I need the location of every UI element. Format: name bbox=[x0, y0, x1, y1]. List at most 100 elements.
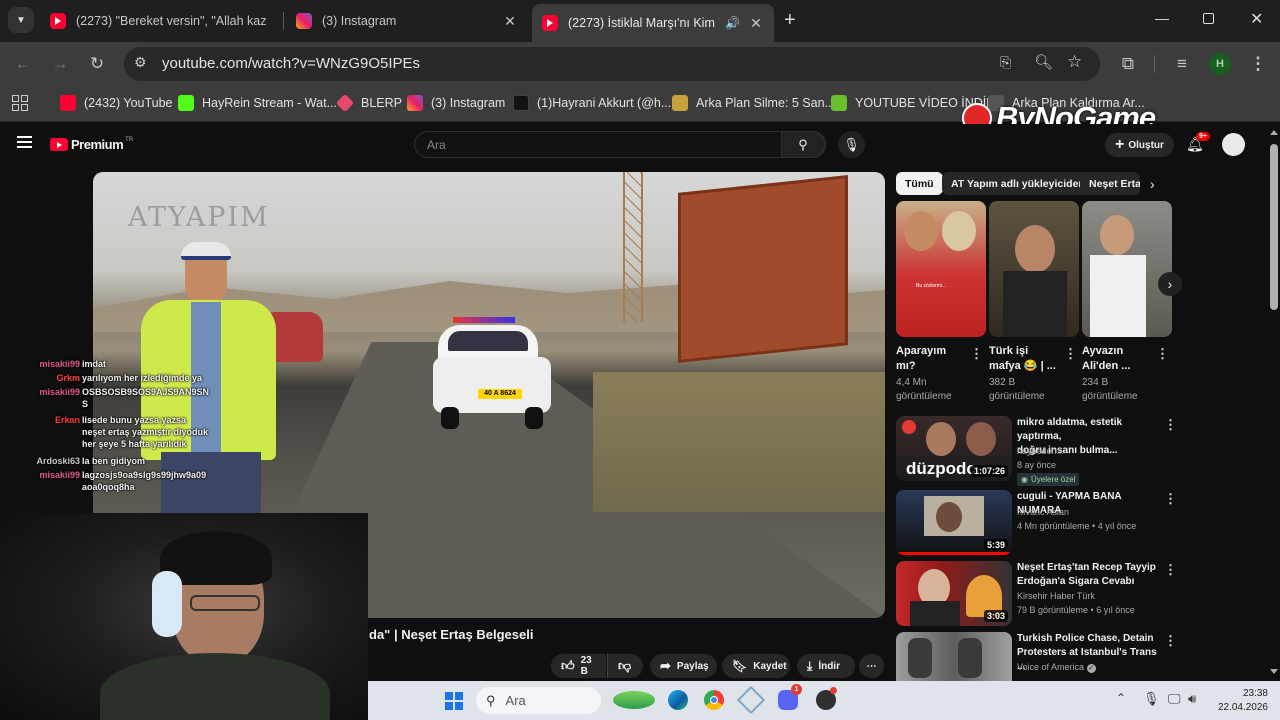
profile-avatar[interactable]: H bbox=[1209, 53, 1231, 75]
like-button[interactable]: 👍︎ 23 B bbox=[551, 654, 606, 678]
clock[interactable]: 23:38 22.04.2026 bbox=[1216, 687, 1268, 715]
close-icon[interactable]: ✕ bbox=[502, 13, 518, 30]
restore-button[interactable] bbox=[1203, 13, 1214, 24]
widget-icon[interactable] bbox=[613, 691, 655, 709]
video-menu-4[interactable]: ⋮ bbox=[1164, 633, 1177, 649]
apps-grid-icon[interactable] bbox=[12, 95, 28, 111]
chevron-up-icon[interactable]: ⌃ bbox=[1116, 691, 1126, 705]
close-icon[interactable]: ✕ bbox=[748, 15, 764, 32]
scroll-up-arrow-icon[interactable] bbox=[1270, 130, 1278, 135]
speaker-icon[interactable]: 🔊 bbox=[725, 16, 740, 30]
scrollbar-thumb[interactable] bbox=[1270, 144, 1278, 310]
bookmark-youtube[interactable]: (2432) YouTube bbox=[60, 95, 173, 111]
chat-username: misakii99 bbox=[39, 470, 80, 480]
menu-dots-icon[interactable]: ⋮ bbox=[1246, 52, 1270, 76]
browser-tab-1[interactable]: (2273) "Bereket versin", "Allah kaz bbox=[40, 6, 280, 36]
short-title-3[interactable]: Ayvazın Ali'den ... bbox=[1082, 344, 1130, 374]
tab-search-button[interactable]: ▼ bbox=[8, 7, 34, 33]
chat-message: Ardoski63 la ben gidiyom bbox=[36, 455, 145, 467]
create-button[interactable]: + Oluştur bbox=[1105, 133, 1174, 157]
start-button[interactable] bbox=[445, 692, 463, 710]
volume-icon[interactable]: 🔊︎ bbox=[1188, 691, 1196, 707]
video-channel-3[interactable]: Kirsehir Haber Türk bbox=[1017, 591, 1095, 601]
short-title-1[interactable]: Aparayım mı? bbox=[896, 344, 946, 374]
bookmark-arka-plan[interactable]: Arka Plan Silme: 5 San... bbox=[672, 95, 835, 111]
extensions-icon[interactable]: ⧉ bbox=[1116, 52, 1140, 76]
video-thumbnail-3[interactable]: 3:03 bbox=[896, 561, 1012, 626]
url-text[interactable]: youtube.com/watch?v=WNzG9O5IPEs bbox=[162, 55, 420, 72]
short-thumbnail-3[interactable] bbox=[1082, 201, 1172, 337]
shorts-next-button[interactable]: › bbox=[1158, 272, 1182, 296]
video-menu-2[interactable]: ⋮ bbox=[1164, 491, 1177, 507]
back-arrow-icon[interactable]: ← bbox=[11, 52, 35, 76]
search-button[interactable]: ⚲ bbox=[781, 131, 825, 158]
bookmark-label: (3) Instagram bbox=[431, 96, 506, 110]
chip-neset-ertas[interactable]: Neşet Ertaş bbox=[1080, 172, 1140, 195]
bookmark-star-icon[interactable]: ☆ bbox=[1067, 52, 1082, 72]
short-menu-3[interactable]: ⋮ bbox=[1156, 346, 1169, 362]
edge-icon[interactable] bbox=[668, 690, 688, 710]
page-scrollbar[interactable] bbox=[1268, 124, 1280, 681]
youtube-search-box[interactable]: Ara ⚲ bbox=[414, 131, 826, 158]
share-label: Paylaş bbox=[676, 660, 709, 672]
video-menu-1[interactable]: ⋮ bbox=[1164, 417, 1177, 433]
discord-icon[interactable]: 1 bbox=[778, 684, 802, 710]
media-controls-icon[interactable]: ≡ bbox=[1170, 52, 1194, 76]
address-bar[interactable]: ⚙ youtube.com/watch?v=WNzG9O5IPEs ⎘ 🔍︎ ☆ bbox=[124, 47, 1100, 81]
short-menu-1[interactable]: ⋮ bbox=[970, 346, 983, 362]
short-title-line: mafya 😂 | ... bbox=[989, 360, 1056, 372]
video-thumbnail-2[interactable]: 5:39 bbox=[896, 490, 1012, 555]
bookmark-label: HayRein Stream - Wat... bbox=[202, 96, 337, 110]
network-icon[interactable]: 🖵 bbox=[1168, 691, 1181, 707]
new-tab-button[interactable]: + bbox=[784, 9, 796, 32]
microphone-icon[interactable]: 🎙︎ bbox=[1143, 691, 1160, 707]
obs-icon[interactable] bbox=[816, 687, 837, 710]
instagram-icon bbox=[407, 95, 423, 111]
reload-icon[interactable]: ↻ bbox=[85, 52, 109, 76]
video-thumbnail-1[interactable]: düzpodc 1:07:26 bbox=[896, 416, 1012, 481]
chips-next-arrow[interactable]: › bbox=[1150, 176, 1155, 192]
save-button[interactable]: 🔖︎ Kaydet bbox=[722, 654, 790, 678]
video-channel-1[interactable]: haybeden... bbox=[1017, 446, 1064, 456]
zoom-icon[interactable]: 🔍︎ bbox=[1034, 53, 1053, 71]
video-channel-4[interactable]: Voice of America ✓ bbox=[1017, 662, 1096, 673]
dislike-button[interactable]: 👎︎ bbox=[607, 654, 643, 678]
video-channel-2[interactable]: Kıvanc Aslan bbox=[1017, 507, 1069, 517]
bookmark-instagram[interactable]: (3) Instagram bbox=[407, 95, 505, 111]
bookmark-label: (1)Hayrani Akkurt (@h... bbox=[537, 96, 672, 110]
account-avatar[interactable] bbox=[1222, 133, 1245, 156]
video-title-3[interactable]: Neşet Ertaş'tan Recep Tayyip Erdoğan'a Si… bbox=[1017, 561, 1162, 589]
chrome-icon[interactable] bbox=[704, 690, 724, 710]
search-input[interactable]: Ara bbox=[427, 138, 446, 152]
minimize-button[interactable]: — bbox=[1155, 10, 1169, 26]
youtube-premium-logo[interactable]: Premium TR bbox=[50, 137, 133, 152]
forward-arrow-icon[interactable]: → bbox=[48, 52, 72, 76]
bookmark-tiktok[interactable]: (1)Hayrani Akkurt (@h... bbox=[513, 95, 671, 111]
bookmark-blerp[interactable]: BLERP bbox=[335, 93, 402, 113]
short-thumbnail-2[interactable] bbox=[989, 201, 1079, 337]
install-app-icon[interactable]: ⎘ bbox=[1000, 54, 1011, 71]
taskbar-search[interactable]: ⚲ Ara bbox=[476, 687, 601, 714]
bookmark-kick[interactable]: HayRein Stream - Wat... bbox=[178, 95, 337, 111]
chat-text: neşet ertaş yazmıştır diyoduk bbox=[82, 427, 209, 437]
short-title-line: Ayvazın bbox=[1082, 345, 1124, 357]
site-info-icon[interactable]: ⚙ bbox=[134, 54, 147, 71]
chip-uploader[interactable]: AT Yapım adlı yükleyiciden bbox=[942, 172, 1094, 195]
chip-all[interactable]: Tümü bbox=[896, 172, 943, 195]
close-window-button[interactable]: ✕ bbox=[1250, 9, 1263, 29]
video-menu-3[interactable]: ⋮ bbox=[1164, 562, 1177, 578]
browser-tab-3[interactable]: (2273) İstiklal Marşı'nı Kim Yaz 🔊 ✕ bbox=[532, 4, 774, 42]
short-thumbnail-1[interactable]: Bu sözlerini... bbox=[896, 201, 986, 337]
short-menu-2[interactable]: ⋮ bbox=[1064, 346, 1077, 362]
browser-tab-2[interactable]: (3) Instagram ✕ bbox=[286, 6, 528, 36]
scroll-down-arrow-icon[interactable] bbox=[1270, 669, 1278, 674]
download-button[interactable]: ⤓ İndir bbox=[797, 654, 855, 678]
notifications-button[interactable]: 🔔︎ 9+ bbox=[1186, 132, 1210, 153]
share-button[interactable]: ➦ Paylaş bbox=[650, 654, 717, 678]
voice-search-button[interactable]: 🎙︎ bbox=[838, 131, 865, 158]
more-actions-button[interactable]: ⋯ bbox=[859, 654, 884, 678]
video-thumbnail-4[interactable] bbox=[896, 632, 1012, 681]
app-icon[interactable] bbox=[736, 685, 766, 715]
hamburger-menu-icon[interactable] bbox=[17, 136, 32, 148]
short-title-2[interactable]: Türk işi mafya 😂 | ... bbox=[989, 344, 1056, 374]
